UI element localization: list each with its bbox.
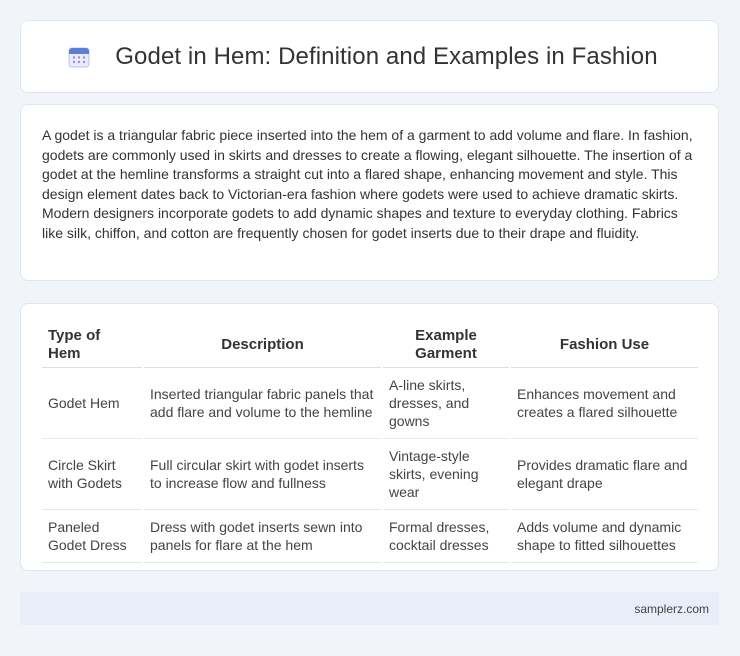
- table-cell: Full circular skirt with godet inserts t…: [142, 438, 382, 510]
- hem-types-table: Type of Hem Description Example Garment …: [42, 325, 698, 563]
- table-card: Type of Hem Description Example Garment …: [20, 303, 719, 571]
- table-row: Circle Skirt with Godets Full circular s…: [42, 438, 698, 510]
- table-row: Paneled Godet Dress Dress with godet ins…: [42, 509, 698, 563]
- column-header-use: Fashion Use: [509, 325, 698, 368]
- calendar-icon: [68, 47, 90, 67]
- title-card: Godet in Hem: Definition and Examples in…: [20, 20, 719, 93]
- intro-paragraph: A godet is a triangular fabric piece ins…: [42, 127, 693, 241]
- column-header-type: Type of Hem: [42, 325, 143, 368]
- table-cell: Dress with godet inserts sewn into panel…: [142, 509, 382, 563]
- table-cell: Provides dramatic flare and elegant drap…: [509, 438, 698, 510]
- column-header-example: Example Garment: [381, 325, 510, 368]
- table-cell: Inserted triangular fabric panels that a…: [142, 367, 382, 439]
- table-header-row: Type of Hem Description Example Garment …: [42, 325, 698, 368]
- page-title: Godet in Hem: Definition and Examples in…: [115, 42, 658, 70]
- footer-site-link[interactable]: samplerz.com: [634, 602, 709, 616]
- table-cell: Enhances movement and creates a flared s…: [509, 367, 698, 439]
- table-cell: Paneled Godet Dress: [42, 509, 143, 563]
- table-row: Godet Hem Inserted triangular fabric pan…: [42, 367, 698, 439]
- footer: samplerz.com: [20, 592, 719, 625]
- table-cell: Circle Skirt with Godets: [42, 438, 143, 510]
- table-cell: Godet Hem: [42, 367, 143, 439]
- column-header-description: Description: [142, 325, 382, 368]
- title-wrap: Godet in Hem: Definition and Examples in…: [68, 42, 658, 71]
- intro-card: A godet is a triangular fabric piece ins…: [20, 104, 719, 281]
- table-cell: Formal dresses, cocktail dresses: [381, 509, 510, 563]
- table-cell: Vintage-style skirts, evening wear: [381, 438, 510, 510]
- table-cell: Adds volume and dynamic shape to fitted …: [509, 509, 698, 563]
- table-cell: A-line skirts, dresses, and gowns: [381, 367, 510, 439]
